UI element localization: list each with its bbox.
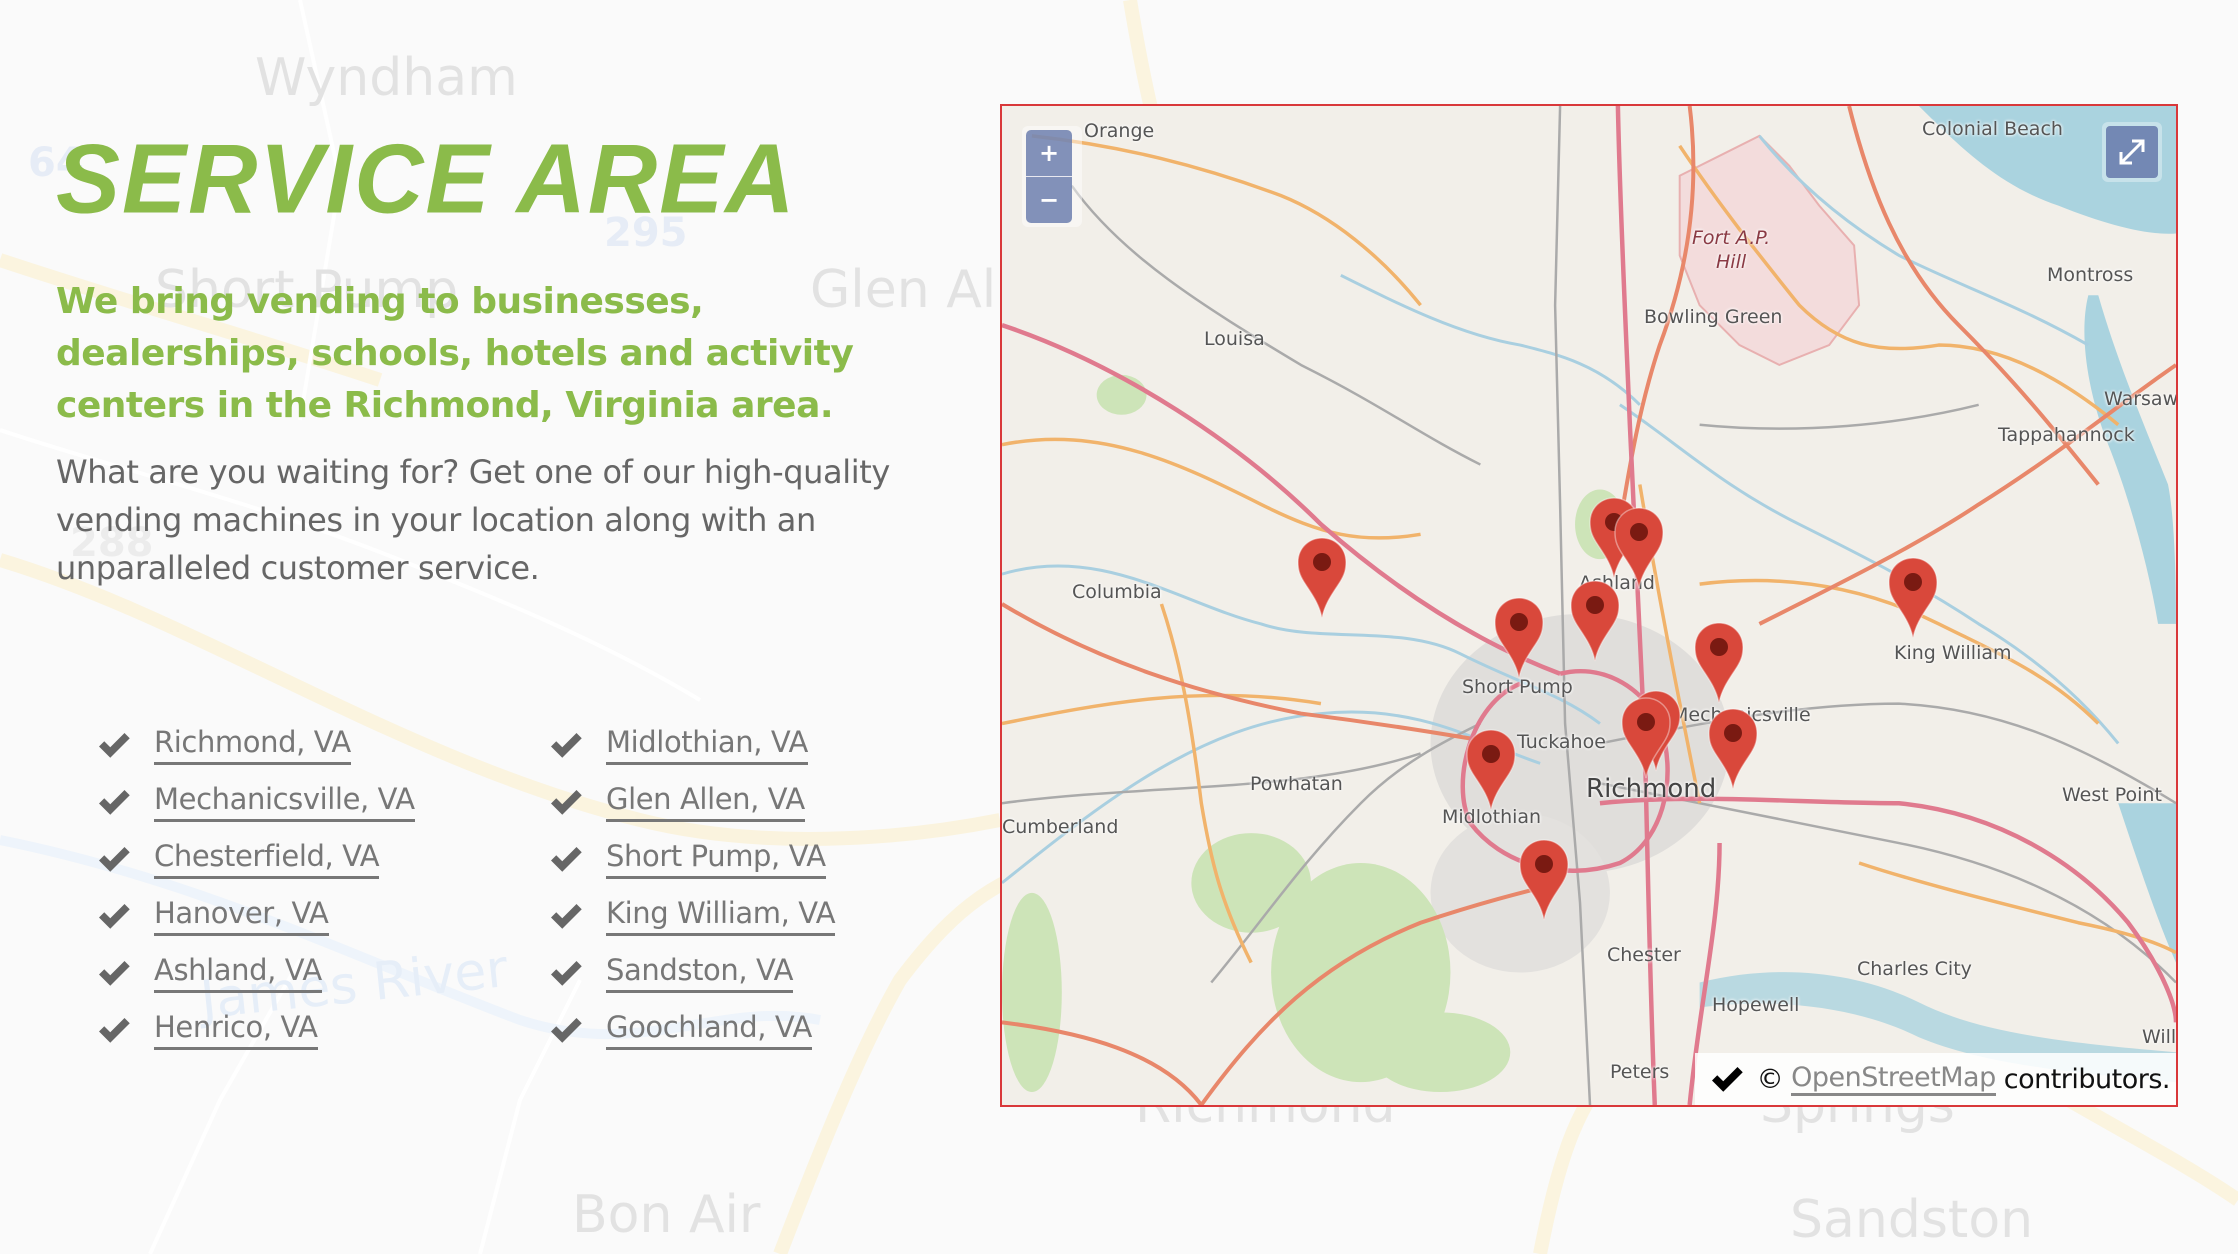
check-icon [99,732,130,758]
check-icon [99,846,130,872]
map-pin-icon [1494,597,1544,679]
fullscreen-button[interactable] [2106,126,2158,178]
check-icon [551,732,582,758]
city-link-mechanicsville[interactable]: Mechanicsville, VA [154,781,415,822]
map-label-chester: Chester [1607,944,1681,966]
city-link-sandston[interactable]: Sandston, VA [606,952,793,993]
zoom-in-button[interactable]: + [1026,130,1072,177]
water-rappahannock [2084,295,2176,624]
map-label-warsaw: Warsaw [2104,388,2178,410]
copyright-symbol: © [1756,1063,1784,1095]
map-label-hopewell: Hopewell [1712,994,1800,1016]
check-icon [99,960,130,986]
map-marker[interactable] [1494,597,1544,679]
city-link-richmond[interactable]: Richmond, VA [154,724,351,765]
city-list-item: Sandston, VA [548,944,835,1001]
map-pin-icon [1694,622,1744,704]
city-list-column-2: Midlothian, VA Glen Allen, VA Short Pump… [548,716,836,1058]
check-icon [551,846,582,872]
map-label-short-pump: Short Pump [1462,676,1573,698]
city-link-ashland[interactable]: Ashland, VA [154,952,322,993]
check-icon [99,789,130,815]
city-link-king-william[interactable]: King William, VA [606,895,836,936]
check-icon [551,960,582,986]
city-list-column-1: Richmond, VA Mechanicsville, VA Chesterf… [96,716,415,1058]
lead-paragraph: We bring vending to businesses, dealersh… [56,281,854,426]
map-pin-icon [1466,729,1516,811]
bg-label-sandston: Sandston [1790,1190,2034,1250]
map-marker[interactable] [1888,557,1938,639]
city-link-hanover[interactable]: Hanover, VA [154,895,329,936]
map-label-colonial-beach: Colonial Beach [1922,118,2063,140]
map-label-fort-ap-hill-line1: Fort A.P. [1692,227,1771,249]
map-label-louisa: Louisa [1204,328,1265,350]
city-link-short-pump[interactable]: Short Pump, VA [606,838,826,879]
map-label-tuckahoe: Tuckahoe [1517,731,1606,753]
zoom-out-button[interactable]: − [1026,177,1072,223]
map-marker[interactable] [1614,507,1664,589]
map-label-columbia: Columbia [1072,581,1162,603]
map-label-cumberland: Cumberland [1002,816,1119,838]
city-link-henrico[interactable]: Henrico, VA [154,1009,318,1050]
map-pin-icon [1888,557,1938,639]
city-list-item: King William, VA [548,887,836,944]
city-list-item: Glen Allen, VA [548,773,835,830]
city-list-item: Short Pump, VA [548,830,835,887]
map-marker[interactable] [1466,729,1516,811]
check-icon [551,1017,582,1043]
city-list-item: Mechanicsville, VA [96,773,415,830]
map-label-williamsburg: William [2142,1026,2177,1048]
expand-arrows-icon [2119,139,2145,165]
city-list-item: Henrico, VA [96,1001,415,1058]
map-label-orange: Orange [1084,120,1155,142]
map-label-bowling-green: Bowling Green [1644,306,1783,328]
fullscreen-control [2102,122,2162,182]
body-paragraph: What are you waiting for? Get one of our… [56,453,890,587]
openstreetmap-link[interactable]: OpenStreetMap [1791,1062,1996,1096]
map-marker[interactable] [1708,708,1758,790]
city-link-glen-allen[interactable]: Glen Allen, VA [606,781,805,822]
check-icon [99,1017,130,1043]
city-link-chesterfield[interactable]: Chesterfield, VA [154,838,380,879]
map-marker[interactable] [1570,580,1620,662]
map-pin-icon [1614,507,1664,589]
zoom-control: + − [1022,126,1082,227]
map-label-powhatan: Powhatan [1250,773,1343,795]
city-link-midlothian[interactable]: Midlothian, VA [606,724,808,765]
map-pin-icon [1297,537,1347,619]
map-marker[interactable] [1694,622,1744,704]
map-label-montross: Montross [2047,264,2134,286]
check-icon [99,903,130,929]
map-label-king-william: King William [1894,642,2012,664]
map-pin-icon [1708,708,1758,790]
city-list-item: Ashland, VA [96,944,415,1001]
map-marker[interactable] [1297,537,1347,619]
map-marker[interactable] [1519,839,1569,921]
map-label-tappahannock: Tappahannock [1998,424,2135,446]
map-label-fort-ap-hill-line2: Hill [1716,251,1747,273]
city-list-item: Hanover, VA [96,887,415,944]
map-label-west-point: West Point [2062,784,2162,806]
city-list-item: Goochland, VA [548,1001,835,1058]
map-marker[interactable] [1621,697,1671,779]
city-link-goochland[interactable]: Goochland, VA [606,1009,812,1050]
page-title: SERVICE AREA [56,124,797,235]
service-area-section: SERVICE AREA We bring vending to busines… [0,0,1000,1254]
map-pin-icon [1519,839,1569,921]
city-list-item: Chesterfield, VA [96,830,415,887]
check-icon [551,903,582,929]
map-label-charles-city: Charles City [1857,958,1972,980]
map-label-petersburg: Peters [1610,1061,1670,1083]
check-icon [551,789,582,815]
map-attribution: © OpenStreetMap contributors. [1694,1053,2176,1105]
city-list-item: Richmond, VA [96,716,415,773]
city-list-item: Midlothian, VA [548,716,835,773]
attribution-suffix: contributors. [2003,1063,2171,1095]
check-icon [1711,1067,1743,1092]
map-pin-icon [1570,580,1620,662]
map-label-fort-ap-hill: Fort A.P. Hill [1692,226,1770,274]
map-pin-icon [1621,697,1671,779]
service-area-map[interactable]: Orange Colonial Beach Fort A.P. Hill Mont… [1000,104,2178,1107]
